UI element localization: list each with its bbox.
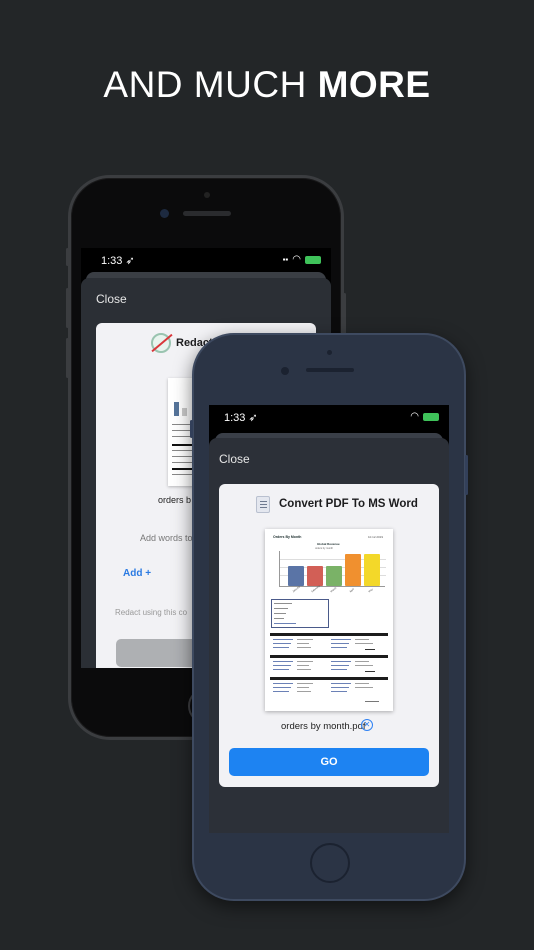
remove-file-icon[interactable]: ✕: [361, 719, 373, 731]
modal-sheet: Close Convert PDF To MS Word Orders By M…: [209, 438, 449, 833]
front-phone: 1:33 ➶ ◠ Close Convert PDF To MS Word Or…: [190, 333, 468, 901]
headline: AND MUCH MORE: [0, 64, 534, 106]
mute-switch: [66, 248, 69, 266]
wifi-icon: ◠: [410, 411, 419, 422]
doc-chart-bar: [288, 566, 304, 586]
power-button: [343, 293, 346, 338]
close-button[interactable]: Close: [96, 292, 127, 306]
doc-title: Orders By Month: [273, 535, 302, 539]
add-button[interactable]: Add +: [123, 568, 151, 579]
home-button[interactable]: [310, 843, 350, 883]
file-name: orders b: [158, 495, 192, 505]
convert-card: Convert PDF To MS Word Orders By Month 1…: [219, 484, 439, 787]
doc-section-bar: [270, 655, 388, 658]
go-button[interactable]: GO: [229, 748, 429, 776]
doc-bar-chart: January February March April May: [279, 551, 386, 593]
redact-hint: Redact using this co: [115, 608, 188, 617]
headline-bold: MORE: [317, 64, 431, 105]
doc-chart-label: May: [368, 587, 374, 594]
doc-chart-bar: [326, 566, 342, 586]
mute-switch: [190, 420, 193, 438]
add-words-hint: Add words to: [140, 533, 193, 543]
close-button[interactable]: Close: [219, 452, 250, 466]
file-name: orders by month.pdf: [281, 721, 366, 732]
earpiece-speaker: [306, 368, 354, 372]
redact-icon: [151, 333, 171, 353]
status-icons: ◠: [410, 411, 439, 422]
power-button: [465, 455, 468, 495]
battery-icon: [305, 255, 321, 264]
document-preview[interactable]: Orders By Month 10.12.2019 Global Revenu…: [265, 529, 393, 711]
doc-chart-label: April: [349, 587, 355, 594]
front-phone-screen: 1:33 ➶ ◠ Close Convert PDF To MS Word Or…: [209, 405, 449, 833]
doc-chart-title: Global Revenue: [317, 542, 340, 546]
proximity-sensor: [327, 350, 332, 355]
doc-section-bar: [270, 633, 388, 636]
doc-summary-box: [271, 599, 329, 628]
battery-icon: [423, 412, 439, 421]
volume-up-button: [66, 288, 69, 328]
doc-chart-label: March: [330, 586, 338, 594]
doc-chart-bar: [307, 566, 323, 586]
doc-chart-subtitle: orders by month: [315, 547, 334, 550]
earpiece-speaker: [183, 211, 231, 216]
front-camera: [160, 209, 169, 218]
wifi-icon: ◠: [292, 254, 301, 265]
word-document-icon: [256, 496, 270, 513]
proximity-sensor: [204, 192, 210, 198]
headline-regular: AND MUCH: [103, 64, 318, 105]
doc-chart-bar: [364, 554, 380, 586]
card-title: Convert PDF To MS Word: [279, 498, 418, 510]
doc-chart-bar: [345, 554, 361, 586]
doc-date: 10.12.2019: [367, 535, 383, 539]
status-time: 1:33 ➶: [224, 412, 258, 424]
status-time: 1:33 ➶: [101, 255, 135, 267]
doc-chart-label: January: [292, 585, 301, 594]
doc-section-bar: [270, 677, 388, 680]
front-camera: [281, 367, 289, 375]
volume-down-button: [66, 338, 69, 378]
status-icons: ▪▪ ◠: [283, 254, 321, 265]
signal-icon: ▪▪: [282, 255, 289, 264]
